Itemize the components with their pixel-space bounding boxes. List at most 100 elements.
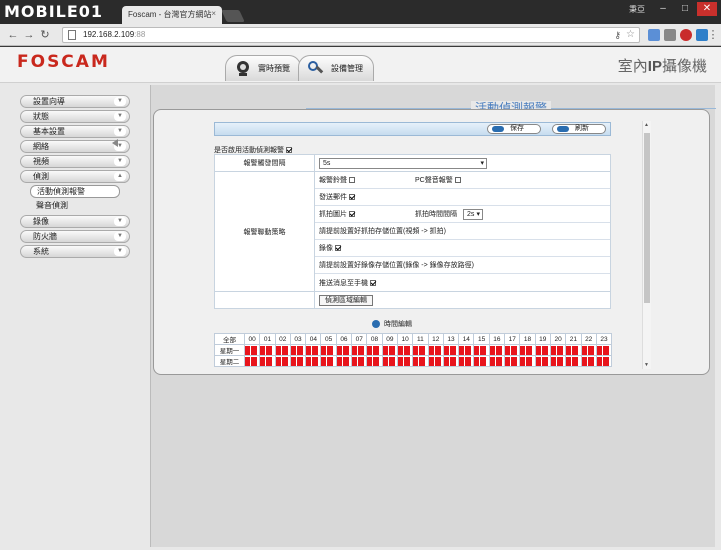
schedule-cell[interactable] (480, 345, 487, 355)
schedule-cell[interactable] (342, 356, 349, 366)
schedule-cell[interactable] (419, 345, 426, 355)
save-button[interactable]: 保存 (487, 124, 541, 134)
schedule-slot[interactable] (442, 355, 460, 367)
schedule-slot[interactable] (580, 344, 597, 356)
schedule-slot[interactable] (519, 355, 536, 367)
schedule-cell[interactable] (281, 356, 288, 366)
hour-header[interactable]: 12 (427, 333, 444, 345)
hour-header[interactable]: 22 (580, 333, 597, 345)
sidebar-item-basic-settings[interactable]: 基本設置 ▼ (20, 125, 130, 138)
sidebar-subitem-sound-detection[interactable]: 聲音偵測 (30, 200, 130, 213)
menu-icon[interactable]: ⋮ (706, 28, 720, 42)
tab-device-management[interactable]: 設備管理 (298, 55, 374, 81)
bookmark-star-icon[interactable]: ☆ (626, 28, 635, 42)
hour-header[interactable]: 23 (595, 333, 613, 345)
schedule-cell[interactable] (403, 345, 410, 355)
schedule-cell[interactable] (465, 356, 472, 366)
schedule-cell[interactable] (556, 356, 563, 366)
schedule-slot[interactable] (504, 344, 521, 356)
hour-header[interactable]: 09 (381, 333, 398, 345)
schedule-cell[interactable] (373, 356, 380, 366)
schedule-slot[interactable] (549, 355, 567, 367)
day-label[interactable]: 星期二 (214, 355, 245, 367)
back-icon[interactable]: ← (6, 28, 20, 42)
schedule-slot[interactable] (381, 344, 398, 356)
schedule-cell[interactable] (266, 356, 273, 366)
schedule-cell[interactable] (327, 345, 334, 355)
schedule-slot[interactable] (289, 344, 307, 356)
schedule-cell[interactable] (342, 345, 349, 355)
schedule-cell[interactable] (358, 356, 365, 366)
schedule-cell[interactable] (572, 345, 579, 355)
schedule-cell[interactable] (572, 356, 579, 366)
push-checkbox[interactable] (370, 279, 376, 286)
schedule-cell[interactable] (602, 356, 609, 366)
schedule-slot[interactable] (534, 355, 551, 367)
hour-header[interactable]: 21 (565, 333, 582, 345)
schedule-cell[interactable] (373, 345, 380, 355)
schedule-slot[interactable] (366, 355, 383, 367)
schedule-slot[interactable] (243, 344, 261, 356)
snapshot-interval-select[interactable]: 2s (463, 208, 483, 220)
schedule-cell[interactable] (449, 345, 456, 355)
schedule-slot[interactable] (473, 344, 490, 356)
sidebar-item-firewall[interactable]: 防火牆 ▼ (20, 230, 130, 243)
scrollbar[interactable]: ▲ ▼ (642, 121, 651, 369)
hour-header[interactable]: 18 (519, 333, 536, 345)
hour-header[interactable]: 02 (274, 333, 291, 345)
schedule-cell[interactable] (449, 356, 456, 366)
schedule-slot[interactable] (305, 344, 322, 356)
schedule-cell[interactable] (358, 345, 365, 355)
schedule-cell[interactable] (296, 345, 303, 355)
schedule-cell[interactable] (511, 345, 518, 355)
schedule-cell[interactable] (541, 356, 548, 366)
schedule-cell[interactable] (495, 345, 502, 355)
schedule-slot[interactable] (351, 344, 368, 356)
schedule-cell[interactable] (434, 345, 441, 355)
extension-icon[interactable] (648, 29, 660, 41)
reload-icon[interactable]: ↻ (38, 28, 52, 42)
schedule-cell[interactable] (419, 356, 426, 366)
schedule-slot[interactable] (565, 344, 582, 356)
extension-icon[interactable] (680, 29, 692, 41)
schedule-cell[interactable] (602, 345, 609, 355)
schedule-slot[interactable] (351, 355, 368, 367)
schedule-slot[interactable] (305, 355, 322, 367)
hour-header[interactable]: 13 (442, 333, 460, 345)
record-checkbox[interactable] (335, 245, 341, 251)
select-all-cell[interactable]: 全部 (214, 333, 245, 345)
schedule-slot[interactable] (427, 355, 444, 367)
schedule-cell[interactable] (480, 356, 487, 366)
alarm-sound-checkbox[interactable] (349, 177, 355, 183)
hour-header[interactable]: 03 (289, 333, 307, 345)
detect-area-button[interactable]: 偵測區域編輯 (319, 294, 373, 306)
schedule-slot[interactable] (473, 355, 490, 367)
schedule-slot[interactable] (243, 355, 261, 367)
hour-header[interactable]: 05 (320, 333, 337, 345)
schedule-cell[interactable] (587, 356, 594, 366)
schedule-slot[interactable] (274, 355, 291, 367)
sidebar-item-status[interactable]: 狀態 ▼ (20, 110, 130, 123)
schedule-slot[interactable] (565, 355, 582, 367)
minimize-icon[interactable]: – (653, 2, 673, 16)
schedule-cell[interactable] (526, 345, 533, 355)
hour-header[interactable]: 20 (549, 333, 567, 345)
tab-close-icon[interactable]: × (211, 9, 216, 18)
schedule-cell[interactable] (495, 356, 502, 366)
scroll-up-icon[interactable]: ▲ (644, 122, 649, 128)
schedule-slot[interactable] (259, 344, 276, 356)
close-window-icon[interactable]: ✕ (697, 2, 717, 16)
snapshot-checkbox[interactable] (349, 211, 355, 217)
schedule-slot[interactable] (458, 344, 475, 356)
hour-header[interactable]: 00 (243, 333, 261, 345)
schedule-slot[interactable] (488, 344, 506, 356)
schedule-slot[interactable] (396, 355, 414, 367)
schedule-slot[interactable] (504, 355, 521, 367)
schedule-slot[interactable] (488, 355, 506, 367)
hour-header[interactable]: 11 (412, 333, 429, 345)
page-info-icon[interactable] (68, 30, 76, 40)
schedule-slot[interactable] (274, 344, 291, 356)
schedule-slot[interactable] (519, 344, 536, 356)
hour-header[interactable]: 04 (305, 333, 322, 345)
hour-header[interactable]: 08 (366, 333, 383, 345)
